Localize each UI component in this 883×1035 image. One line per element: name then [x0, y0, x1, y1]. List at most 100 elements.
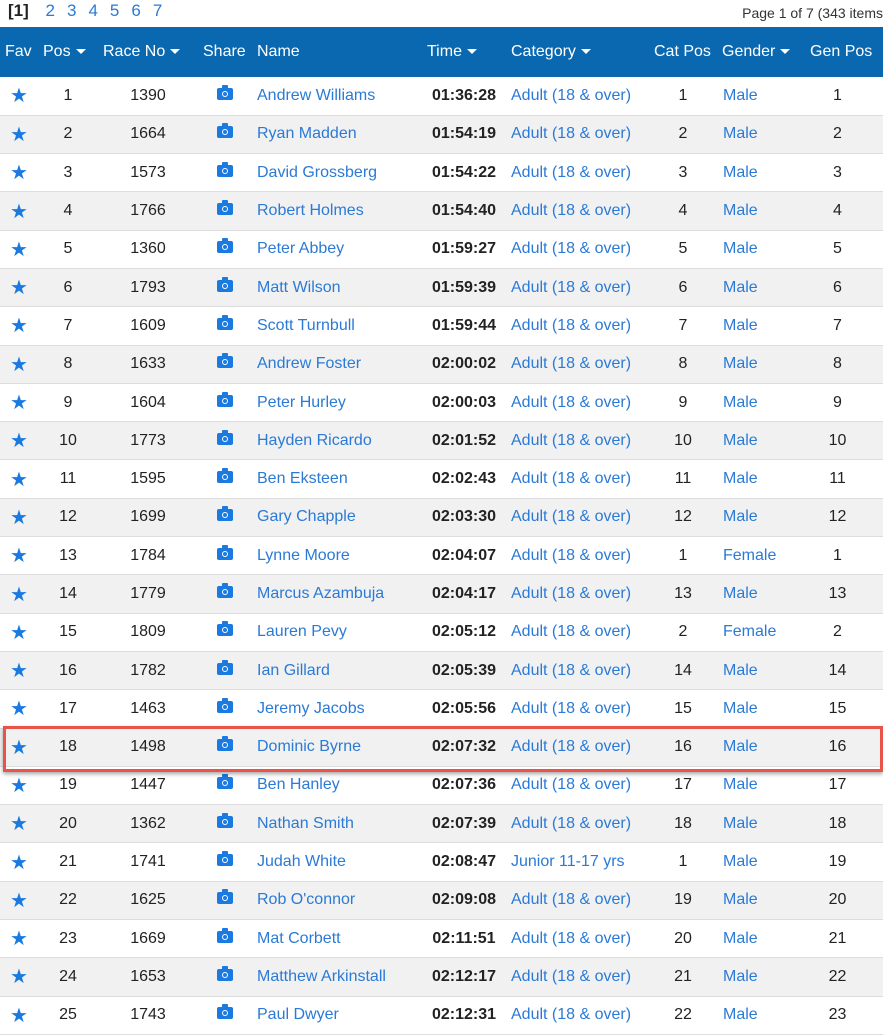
gender-link[interactable]: Male [723, 700, 758, 717]
star-icon[interactable]: ★ [0, 505, 38, 530]
camera-icon[interactable] [217, 583, 233, 598]
share-cell[interactable] [198, 268, 252, 306]
runner-name-link[interactable]: David Grossberg [257, 164, 377, 181]
runner-name-link[interactable]: Robert Holmes [257, 202, 364, 219]
camera-icon[interactable] [217, 276, 233, 292]
category-link[interactable]: Adult (18 & over) [511, 815, 631, 832]
share-cell[interactable] [198, 383, 252, 421]
fav-cell[interactable]: ★ [0, 345, 38, 383]
gender-link[interactable]: Male [723, 662, 758, 679]
category-link[interactable]: Adult (18 & over) [511, 700, 631, 717]
runner-name-link[interactable]: Scott Turnbull [257, 317, 355, 334]
category-link[interactable]: Adult (18 & over) [511, 930, 631, 947]
runner-name-link[interactable]: Ryan Madden [257, 125, 357, 142]
gender-link[interactable]: Male [723, 394, 758, 411]
runner-name-link[interactable]: Mat Corbett [257, 930, 341, 947]
gender-link[interactable]: Male [723, 776, 758, 793]
gender-link[interactable]: Male [723, 317, 758, 334]
star-icon[interactable]: ★ [0, 160, 38, 185]
category-link[interactable]: Junior 11-17 yrs [511, 853, 625, 870]
camera-icon[interactable] [217, 238, 233, 254]
runner-name-link[interactable]: Peter Hurley [257, 394, 346, 411]
category-link[interactable]: Adult (18 & over) [511, 279, 631, 296]
category-link[interactable]: Adult (18 & over) [511, 968, 631, 985]
runner-name-link[interactable]: Ian Gillard [257, 662, 330, 679]
share-cell[interactable] [198, 422, 252, 460]
share-cell[interactable] [198, 613, 252, 651]
category-link[interactable]: Adult (18 & over) [511, 355, 631, 372]
camera-icon[interactable] [217, 391, 233, 407]
fav-cell[interactable]: ★ [0, 537, 38, 575]
fav-cell[interactable]: ★ [0, 383, 38, 421]
camera-icon[interactable] [217, 774, 233, 790]
category-link[interactable]: Adult (18 & over) [511, 508, 631, 525]
page-link[interactable]: 6 [131, 1, 140, 20]
share-cell[interactable] [198, 651, 252, 689]
fav-cell[interactable]: ★ [0, 115, 38, 153]
gender-link[interactable]: Male [723, 202, 758, 219]
gender-link[interactable]: Male [723, 240, 758, 257]
category-link[interactable]: Adult (18 & over) [511, 240, 631, 257]
fav-cell[interactable]: ★ [0, 498, 38, 536]
gender-link[interactable]: Male [723, 432, 758, 449]
gender-link[interactable]: Female [723, 623, 776, 640]
share-cell[interactable] [198, 958, 252, 996]
camera-icon[interactable] [217, 429, 233, 445]
gender-link[interactable]: Male [723, 930, 758, 947]
gender-link[interactable]: Male [723, 355, 758, 372]
camera-icon[interactable] [217, 697, 233, 713]
category-link[interactable]: Adult (18 & over) [511, 202, 631, 219]
runner-name-link[interactable]: Peter Abbey [257, 240, 344, 257]
header-category[interactable]: Category [506, 27, 649, 77]
page-link[interactable]: 5 [110, 1, 119, 20]
fav-cell[interactable]: ★ [0, 192, 38, 230]
star-icon[interactable]: ★ [0, 773, 38, 798]
runner-name-link[interactable]: Paul Dwyer [257, 1006, 339, 1023]
category-link[interactable]: Adult (18 & over) [511, 738, 631, 755]
camera-icon[interactable] [217, 1004, 233, 1020]
gender-link[interactable]: Male [723, 508, 758, 525]
fav-cell[interactable]: ★ [0, 268, 38, 306]
share-cell[interactable] [198, 307, 252, 345]
fav-cell[interactable]: ★ [0, 996, 38, 1034]
category-link[interactable]: Adult (18 & over) [511, 547, 631, 564]
category-link[interactable]: Adult (18 & over) [511, 662, 631, 679]
camera-icon[interactable] [217, 889, 233, 905]
category-link[interactable]: Adult (18 & over) [511, 1006, 631, 1023]
camera-icon[interactable] [217, 84, 233, 100]
share-cell[interactable] [198, 460, 252, 498]
gender-link[interactable]: Male [723, 738, 758, 755]
share-cell[interactable] [198, 537, 252, 575]
star-icon[interactable]: ★ [0, 620, 38, 645]
category-link[interactable]: Adult (18 & over) [511, 585, 631, 602]
share-cell[interactable] [198, 690, 252, 728]
camera-icon[interactable] [217, 161, 233, 177]
runner-name-link[interactable]: Matthew Arkinstall [257, 968, 386, 985]
runner-name-link[interactable]: Lynne Moore [257, 547, 350, 564]
camera-icon[interactable] [217, 812, 233, 828]
gender-link[interactable]: Male [723, 164, 758, 181]
star-icon[interactable]: ★ [0, 122, 38, 147]
page-link[interactable]: 4 [88, 1, 97, 20]
star-icon[interactable]: ★ [0, 850, 38, 875]
fav-cell[interactable]: ★ [0, 920, 38, 958]
category-link[interactable]: Adult (18 & over) [511, 125, 631, 142]
star-icon[interactable]: ★ [0, 582, 38, 607]
fav-cell[interactable]: ★ [0, 766, 38, 804]
share-cell[interactable] [198, 920, 252, 958]
star-icon[interactable]: ★ [0, 811, 38, 836]
fav-cell[interactable]: ★ [0, 307, 38, 345]
share-cell[interactable] [198, 575, 252, 613]
gender-link[interactable]: Male [723, 125, 758, 142]
fav-cell[interactable]: ★ [0, 460, 38, 498]
runner-name-link[interactable]: Ben Eksteen [257, 470, 348, 487]
fav-cell[interactable]: ★ [0, 575, 38, 613]
share-cell[interactable] [198, 881, 252, 919]
star-icon[interactable]: ★ [0, 888, 38, 913]
camera-icon[interactable] [217, 544, 233, 560]
camera-icon[interactable] [217, 736, 233, 752]
camera-icon[interactable] [217, 468, 233, 484]
star-icon[interactable]: ★ [0, 313, 38, 338]
gender-link[interactable]: Male [723, 1006, 758, 1023]
star-icon[interactable]: ★ [0, 964, 38, 989]
